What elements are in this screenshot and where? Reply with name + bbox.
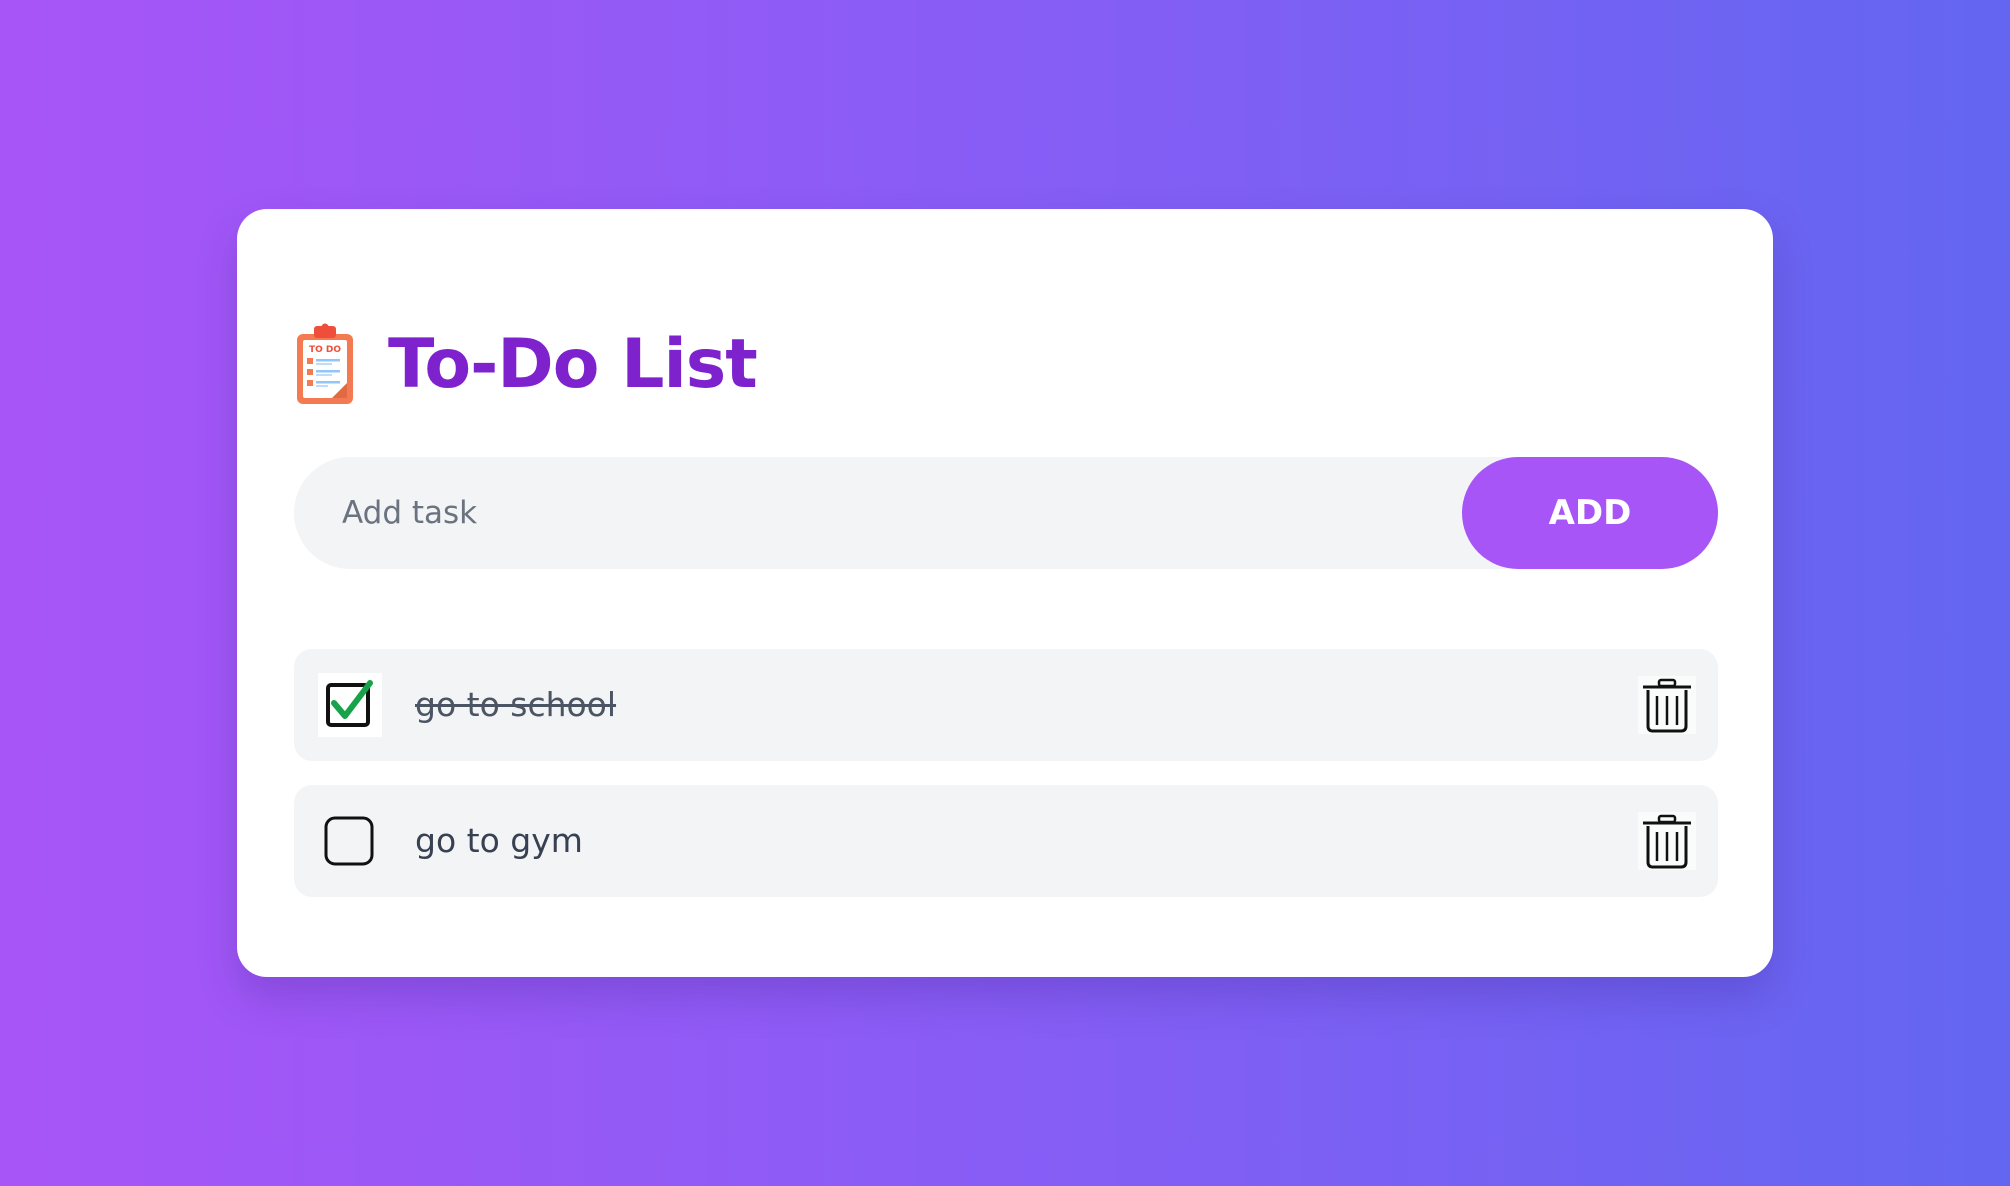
task-text: go to gym [415,821,583,860]
task-text: go to school [415,685,617,724]
add-button[interactable]: ADD [1462,457,1718,569]
checkbox-checked-icon[interactable] [318,673,382,737]
task-list: go to school go to gym [294,649,1718,921]
todo-card: TO DO To-Do List ADD go to school [237,209,1773,977]
page-title: To-Do List [388,324,758,404]
trash-icon[interactable] [1638,812,1696,870]
task-item: go to gym [294,785,1718,897]
logo-text: TO DO [309,345,341,355]
header: TO DO To-Do List [294,319,758,409]
add-task-input[interactable] [294,457,1444,569]
clipboard-todo-icon: TO DO [297,323,353,404]
add-task-bar: ADD [294,457,1718,569]
trash-icon[interactable] [1638,676,1696,734]
checkbox-unchecked-icon[interactable] [318,809,382,873]
task-item: go to school [294,649,1718,761]
